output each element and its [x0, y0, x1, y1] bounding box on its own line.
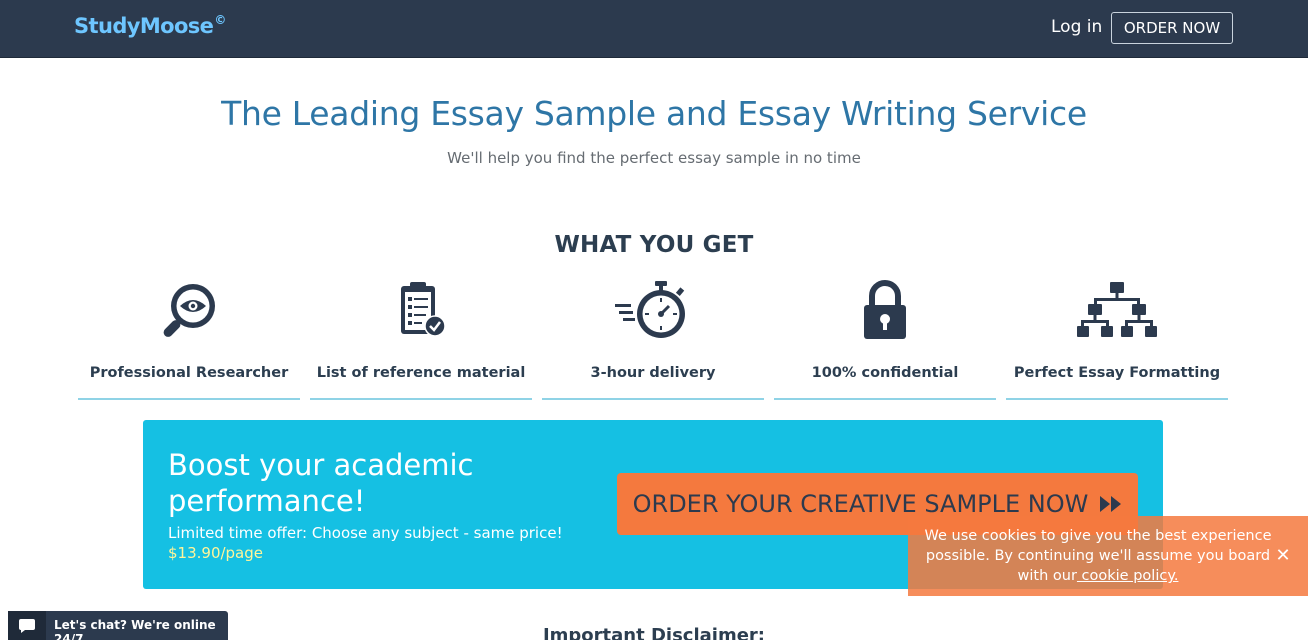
stopwatch-icon	[542, 278, 764, 342]
logo-text: StudyMoose	[74, 14, 214, 38]
feature-reference-list: List of reference material	[310, 278, 532, 400]
feature-label: List of reference material	[316, 365, 526, 381]
feature-label: 3-hour delivery	[590, 365, 716, 381]
chat-bubble-icon	[8, 611, 46, 640]
lock-icon	[774, 278, 996, 342]
promo-title: Boost your academic performance!	[168, 448, 474, 518]
hierarchy-icon	[1006, 278, 1228, 342]
what-you-get-heading: WHAT YOU GET	[554, 232, 754, 258]
feature-three-hour-delivery: 3-hour delivery	[542, 278, 764, 400]
login-link[interactable]: Log in	[1051, 17, 1102, 37]
magnifier-eye-icon	[78, 278, 300, 342]
order-now-button[interactable]: ORDER NOW	[1111, 12, 1233, 44]
live-chat-widget[interactable]: Let's chat? We're online 24/7	[8, 611, 228, 640]
feature-label: Professional Researcher	[89, 365, 289, 381]
page-subtitle: We'll help you find the perfect essay sa…	[447, 149, 861, 167]
cookie-banner: We use cookies to give you the best expe…	[908, 516, 1308, 596]
chat-label: Let's chat? We're online 24/7	[54, 618, 216, 640]
feature-label: 100% confidential	[811, 365, 959, 381]
fast-forward-icon	[1100, 496, 1122, 512]
promo-price: $13.90/page	[168, 544, 264, 562]
feature-professional-researcher: Professional Researcher	[78, 278, 300, 400]
clipboard-check-icon	[310, 278, 532, 342]
cta-label: ORDER YOUR CREATIVE SAMPLE NOW	[632, 490, 1089, 518]
promo-offer-text: Limited time offer: Choose any subject -…	[168, 524, 563, 542]
feature-confidential: 100% confidential	[774, 278, 996, 400]
features-row: Professional Researcher List of referenc…	[78, 278, 1228, 400]
top-navbar: StudyMoose© Log in ORDER NOW	[0, 0, 1308, 58]
cookie-message: We use cookies to give you the best expe…	[918, 526, 1278, 586]
cookie-policy-link[interactable]: cookie policy.	[1077, 568, 1179, 584]
close-icon[interactable]: ✕	[1272, 542, 1294, 568]
feature-essay-formatting: Perfect Essay Formatting	[1006, 278, 1228, 400]
page-title: The Leading Essay Sample and Essay Writi…	[221, 94, 1087, 133]
feature-label: Perfect Essay Formatting	[1013, 365, 1221, 381]
studymoose-logo[interactable]: StudyMoose©	[74, 13, 226, 38]
logo-copyright-mark: ©	[214, 13, 226, 27]
